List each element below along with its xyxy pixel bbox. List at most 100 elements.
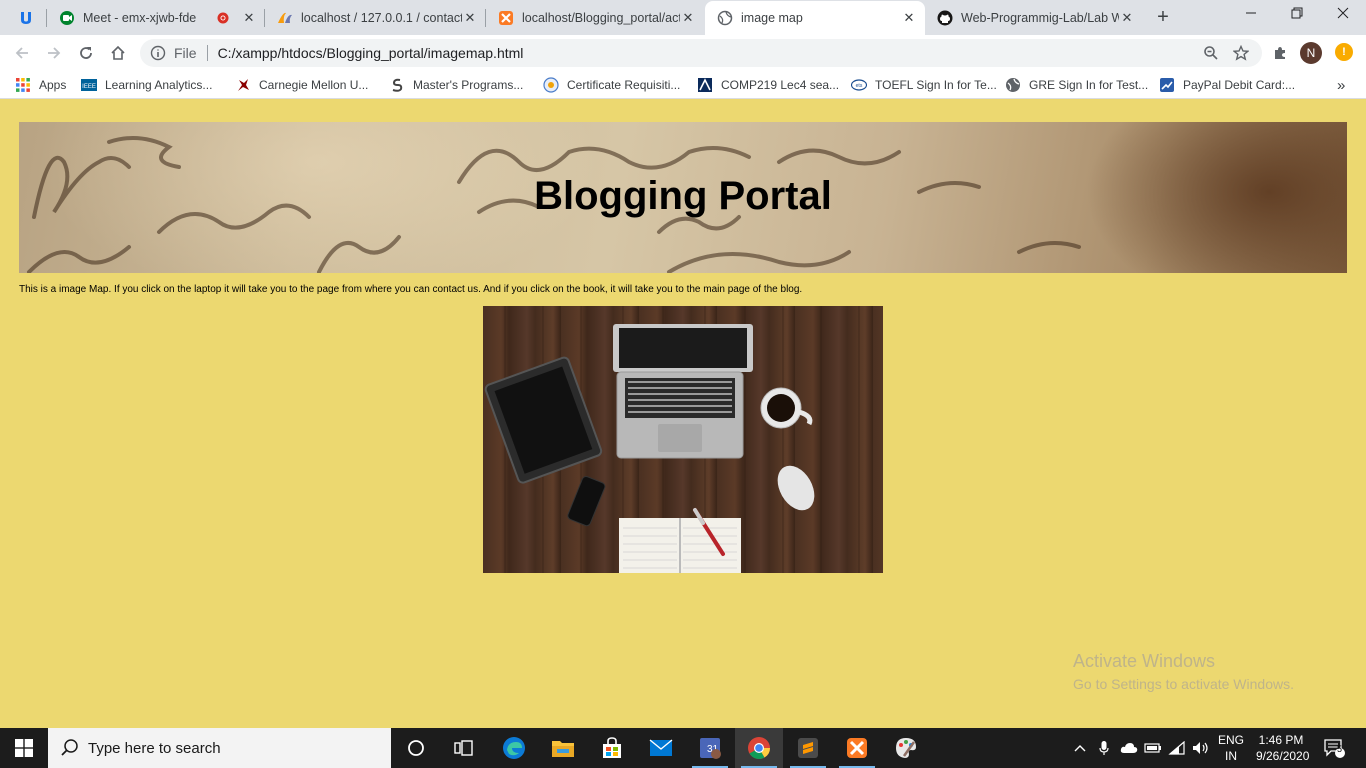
back-button[interactable]	[8, 39, 36, 67]
forward-arrow-icon	[48, 47, 61, 59]
cloud-icon	[1120, 743, 1138, 753]
close-tab-icon[interactable]: ✕	[1119, 10, 1135, 26]
new-tab-button[interactable]: +	[1152, 7, 1174, 29]
speaker-icon	[1193, 742, 1208, 754]
battery-tray[interactable]	[1142, 728, 1164, 768]
chrome-button[interactable]	[735, 728, 783, 768]
certificate-icon	[543, 77, 559, 93]
volume-tray[interactable]	[1190, 728, 1212, 768]
update-alert-icon[interactable]: !	[1335, 43, 1353, 61]
tab-title: Meet - emx-xjwb-fde	[83, 10, 197, 25]
bookmark-carnegie-mellon[interactable]: Carnegie Mellon U...	[235, 76, 368, 94]
edge-button[interactable]	[490, 728, 538, 768]
activate-windows-subtitle: Go to Settings to activate Windows.	[1073, 676, 1294, 692]
bookmark-masters-programs[interactable]: Master's Programs...	[389, 76, 523, 94]
zoom-icon[interactable]	[1202, 44, 1220, 62]
tab-image-map[interactable]: image map ✕	[705, 1, 925, 35]
show-hidden-icons-button[interactable]	[1070, 728, 1090, 768]
profile-avatar[interactable]: N	[1300, 42, 1322, 64]
tab-github[interactable]: Web-Programmig-Lab/Lab W ✕	[925, 0, 1143, 35]
bookmark-apps[interactable]: Apps	[15, 76, 66, 94]
windows-taskbar: Type here to search 31 ENG IN 1:46 PM 9/…	[0, 728, 1366, 768]
task-view-button[interactable]	[440, 728, 488, 768]
bookmark-paypal[interactable]: PayPal Debit Card:...	[1159, 76, 1295, 94]
clock-time: 1:46 PM	[1258, 733, 1304, 747]
cmu-icon	[238, 79, 249, 91]
taskbar-search-box[interactable]: Type here to search	[48, 728, 391, 768]
xampp-icon	[499, 10, 513, 25]
puzzle-icon	[1275, 47, 1285, 59]
recording-icon	[217, 12, 229, 23]
bookmark-star-icon[interactable]	[1232, 44, 1250, 62]
url-text[interactable]: C:/xampp/htdocs/Blogging_portal/imagemap…	[218, 45, 1202, 61]
windows-logo-icon	[15, 739, 33, 757]
paint-icon	[896, 738, 916, 758]
laptop-hotspot[interactable]	[613, 324, 753, 458]
close-tab-icon[interactable]: ✕	[241, 10, 257, 26]
bookmarks-overflow-button[interactable]: »	[1337, 76, 1345, 94]
onedrive-tray[interactable]	[1118, 728, 1140, 768]
edge-icon	[503, 737, 525, 759]
bookmark-learning-analytics[interactable]: IEEE Learning Analytics...	[81, 76, 212, 94]
bookmark-label: TOEFL Sign In for Te...	[875, 78, 997, 92]
image-map-description: This is a image Map. If you click on the…	[19, 284, 803, 295]
forward-button[interactable]	[40, 39, 68, 67]
system-clock[interactable]: 1:46 PM 9/26/2020	[1256, 732, 1310, 764]
battery-icon	[1144, 743, 1161, 753]
mail-button[interactable]	[637, 728, 685, 768]
notification-count: 5	[1337, 744, 1343, 754]
header-banner: Blogging Portal	[19, 122, 1347, 273]
bookmarks-bar: Apps IEEE Learning Analytics... Carnegie…	[0, 71, 1366, 99]
restore-icon	[1291, 7, 1303, 19]
language-indicator[interactable]: ENG IN	[1214, 732, 1248, 764]
tab-meet[interactable]: Meet - emx-xjwb-fde ✕	[47, 0, 265, 35]
close-tab-icon[interactable]: ✕	[901, 10, 917, 26]
calendar-button[interactable]: 31	[686, 728, 734, 768]
xampp-taskbar-button[interactable]	[833, 728, 881, 768]
home-button[interactable]	[104, 39, 132, 67]
bookmark-comp219[interactable]: COMP219 Lec4 sea...	[697, 76, 839, 94]
tab-phpmyadmin[interactable]: localhost / 127.0.0.1 / contact ✕	[265, 0, 486, 35]
bookmark-label: Certificate Requisiti...	[567, 78, 681, 92]
mail-icon	[649, 739, 673, 756]
paint-button[interactable]	[882, 728, 930, 768]
notification-center-button[interactable]: 5	[1318, 728, 1350, 768]
bookmark-toefl[interactable]: ets TOEFL Sign In for Te...	[851, 76, 997, 94]
page-content: Blogging Portal This is a image Map. If …	[0, 100, 1366, 728]
extensions-button[interactable]	[1266, 39, 1294, 67]
info-icon[interactable]	[150, 45, 166, 61]
file-explorer-icon	[552, 741, 574, 757]
task-view-icon	[454, 740, 473, 756]
minimize-button[interactable]	[1228, 0, 1274, 32]
tab-strip: Meet - emx-xjwb-fde ✕ localhost / 127.0.…	[0, 0, 1366, 35]
search-placeholder: Type here to search	[88, 739, 221, 757]
bookmark-certificate[interactable]: Certificate Requisiti...	[543, 76, 680, 94]
start-button[interactable]	[0, 728, 48, 768]
close-tab-icon[interactable]: ✕	[462, 10, 478, 26]
tab-title: Web-Programmig-Lab/Lab W	[961, 10, 1119, 25]
address-bar[interactable]: File C:/xampp/htdocs/Blogging_portal/ima…	[140, 39, 1262, 67]
chrome-icon	[748, 737, 770, 759]
reload-button[interactable]	[72, 39, 100, 67]
activate-windows-title: Activate Windows	[1073, 651, 1216, 671]
wifi-tray[interactable]	[1166, 728, 1188, 768]
store-button[interactable]	[588, 728, 636, 768]
svg-text:IEEE: IEEE	[82, 84, 96, 90]
bookmark-label: COMP219 Lec4 sea...	[721, 78, 840, 92]
bookmark-label: Apps	[39, 78, 67, 92]
comp219-icon	[698, 78, 712, 92]
close-window-button[interactable]	[1320, 0, 1366, 32]
tab-action[interactable]: localhost/Blogging_portal/act ✕	[486, 0, 704, 35]
tab-extension[interactable]	[0, 0, 47, 35]
sublime-button[interactable]	[784, 728, 832, 768]
book-hotspot[interactable]	[619, 518, 741, 573]
microphone-tray[interactable]	[1094, 728, 1114, 768]
bookmark-gre[interactable]: GRE Sign In for Test...	[1005, 76, 1148, 94]
browser-toolbar: File C:/xampp/htdocs/Blogging_portal/ima…	[0, 35, 1366, 71]
region-code: IN	[1225, 749, 1237, 763]
cortana-button[interactable]	[392, 728, 440, 768]
clock-date: 9/26/2020	[1256, 749, 1310, 763]
restore-button[interactable]	[1274, 0, 1320, 32]
file-explorer-button[interactable]	[539, 728, 587, 768]
close-tab-icon[interactable]: ✕	[680, 10, 696, 26]
